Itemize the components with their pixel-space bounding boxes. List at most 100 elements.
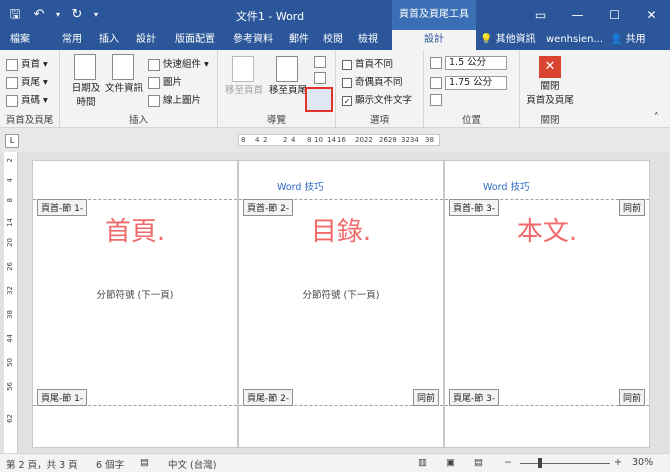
maximize-button[interactable]: ☐ [596, 0, 633, 30]
header-text[interactable]: Word 技巧 [483, 179, 529, 193]
page-number-label: 頁碼 ▾ [21, 95, 48, 106]
page-3[interactable]: Word 技巧 頁首-節 3- 同前 本文. 頁尾-節 3- 同前 [444, 160, 650, 448]
header-text[interactable]: Word 技巧 [277, 179, 323, 193]
customize-qat-icon[interactable]: ▾ [92, 6, 100, 24]
zoom-in-icon[interactable]: + [614, 457, 622, 468]
undo-dropdown-icon[interactable]: ▾ [54, 6, 62, 24]
status-bar: 第 2 頁，共 3 頁 6 個字 ▤ 中文 (台灣) ▥ ▣ ▤ − + 30% [0, 453, 670, 472]
redo-icon[interactable]: ↻ [68, 6, 86, 24]
quick-parts-button[interactable]: 快速組件 ▾ [148, 56, 209, 71]
group-insert: 日期及 時間 文件資訊 快速組件 ▾ 圖片 線上圖片 插入 [60, 50, 218, 128]
group-label-close: 關閉 [540, 115, 560, 126]
page-number-button[interactable]: 頁碼 ▾ [6, 92, 48, 107]
word-count[interactable]: 6 個字 [96, 457, 124, 471]
footer-position-field[interactable]: 1.75 公分 [430, 76, 507, 90]
online-pictures-label: 線上圖片 [163, 95, 202, 106]
tab-layout[interactable]: 版面配置 [170, 30, 220, 50]
zoom-slider[interactable] [520, 463, 610, 464]
page-2[interactable]: Word 技巧 頁首-節 2- 目錄. 分節符號 (下一頁) 頁尾-節 2- 同… [238, 160, 444, 448]
user-account[interactable]: wenhsien... [546, 30, 603, 50]
pictures-label: 圖片 [163, 77, 183, 88]
minimize-button[interactable]: — [559, 0, 596, 30]
tab-references[interactable]: 參考資料 [228, 30, 278, 50]
vruler-tick: 62 [6, 414, 14, 423]
zoom-out-icon[interactable]: − [504, 457, 512, 468]
page-heading[interactable]: 目錄. [239, 211, 443, 248]
vruler-tick: 56 [6, 382, 14, 391]
footer-position-value[interactable]: 1.75 公分 [445, 76, 507, 90]
page-heading[interactable]: 本文. [445, 211, 649, 248]
footer-button[interactable]: 頁尾 ▾ [6, 74, 48, 89]
tell-me-box[interactable]: 💡 其他資訊 [480, 30, 536, 50]
checkbox-icon [342, 59, 352, 70]
checkmark-icon: ✓ [342, 95, 352, 106]
tab-design[interactable]: 設計 [132, 30, 160, 50]
footer-button-label: 頁尾 ▾ [21, 77, 48, 88]
ruler-tick: 8 [307, 136, 312, 144]
vertical-ruler[interactable]: 2 4 8 14 20 26 32 38 44 50 56 62 [4, 152, 18, 453]
doc-info-button[interactable]: 文件資訊 [104, 54, 144, 94]
different-first-page-checkbox[interactable]: 首頁不同 [342, 56, 393, 70]
picture-icon [148, 76, 160, 89]
previous-section-button[interactable] [314, 56, 329, 68]
tab-view[interactable]: 檢視 [354, 30, 382, 50]
insert-alignment-tab-button[interactable] [430, 94, 445, 106]
ruler-tick: 4 [255, 136, 260, 144]
goto-footer-button[interactable]: 移至頁尾 [268, 56, 308, 96]
read-mode-icon[interactable]: ▥ [418, 457, 427, 468]
online-pictures-button[interactable]: 線上圖片 [148, 92, 201, 107]
collapse-ribbon-icon[interactable]: ˄ [654, 112, 659, 123]
zoom-level[interactable]: 30% [632, 457, 653, 468]
print-layout-icon[interactable]: ▣ [446, 457, 455, 468]
goto-footer-label: 移至頁尾 [268, 85, 307, 96]
group-position: 1.5 公分 1.75 公分 位置 [424, 50, 520, 128]
header-button[interactable]: 頁首 ▾ [6, 56, 48, 71]
save-icon[interactable]: 🖫 [6, 6, 24, 24]
title-bar: 🖫 ↶ ▾ ↻ ▾ 文件1 - Word 頁首及頁尾工具 ▭ — ☐ ✕ [0, 0, 670, 30]
page-count[interactable]: 第 2 頁，共 3 頁 [6, 457, 78, 471]
tab-mailings[interactable]: 郵件 [286, 30, 312, 50]
ruler-area: L 8 4 2 2 4 8 10 14 16 2022 2628 3234 38 [0, 128, 670, 152]
close-button[interactable]: ✕ [633, 0, 670, 30]
goto-header-button[interactable]: 移至頁首 [224, 56, 264, 96]
tab-file[interactable]: 檔案 [0, 30, 40, 50]
different-odd-even-checkbox[interactable]: 奇偶頁不同 [342, 74, 403, 88]
close-header-footer-button[interactable]: ✕ 關閉 頁首及頁尾 [522, 56, 578, 106]
undo-icon[interactable]: ↶ [30, 6, 48, 24]
link-to-previous-highlight[interactable] [305, 87, 333, 112]
show-doc-text-checkbox[interactable]: ✓ 顯示文件文字 [342, 92, 412, 106]
header-position-field[interactable]: 1.5 公分 [430, 56, 507, 70]
header-position-value[interactable]: 1.5 公分 [445, 56, 507, 70]
web-layout-icon[interactable]: ▤ [474, 457, 483, 468]
date-time-label: 日期及 時間 [71, 83, 101, 108]
tab-hf-design[interactable]: 設計 [392, 30, 476, 50]
tab-home[interactable]: 常用 [58, 30, 86, 50]
ribbon-display-options-button[interactable]: ▭ [522, 0, 559, 30]
close-x-icon: ✕ [539, 56, 561, 78]
tab-selector-icon[interactable]: L [5, 134, 19, 148]
share-button[interactable]: 👤 共用 [610, 30, 646, 50]
proofing-icon[interactable]: ▤ [140, 457, 149, 468]
next-section-button[interactable] [314, 72, 329, 84]
ribbon: 頁首 ▾ 頁尾 ▾ 頁碼 ▾ 頁首及頁尾 日期及 時間 文件資訊 快速組件 ▾ … [0, 50, 670, 128]
tell-me-label: 其他資訊 [495, 34, 536, 45]
group-label-position: 位置 [461, 115, 481, 126]
date-time-button[interactable]: 日期及 時間 [68, 54, 104, 108]
ribbon-tabs: 檔案 常用 插入 設計 版面配置 參考資料 郵件 校閱 檢視 設計 💡 其他資訊… [0, 30, 670, 50]
section-break-marker: 分節符號 (下一頁) [302, 290, 380, 301]
horizontal-ruler[interactable]: 8 4 2 2 4 8 10 14 16 2022 2628 3234 38 [238, 134, 440, 146]
ruler-tick: 8 [241, 136, 246, 144]
tab-insert[interactable]: 插入 [95, 30, 123, 50]
quick-access-toolbar: 🖫 ↶ ▾ ↻ ▾ [6, 6, 100, 24]
next-icon [314, 72, 326, 84]
page-heading[interactable]: 首頁. [33, 211, 237, 248]
ruler-tick: 38 [425, 136, 434, 144]
zoom-slider-thumb[interactable] [538, 458, 542, 468]
page-1[interactable]: 頁首-節 1- 首頁. 分節符號 (下一頁) 頁尾-節 1- [32, 160, 238, 448]
pictures-button[interactable]: 圖片 [148, 74, 182, 89]
different-first-label: 首頁不同 [355, 59, 394, 70]
calendar-icon [73, 54, 96, 80]
tab-review[interactable]: 校閱 [320, 30, 346, 50]
language[interactable]: 中文 (台灣) [168, 457, 216, 471]
document-area[interactable]: 2 4 8 14 20 26 32 38 44 50 56 62 頁首-節 1-… [0, 152, 670, 453]
